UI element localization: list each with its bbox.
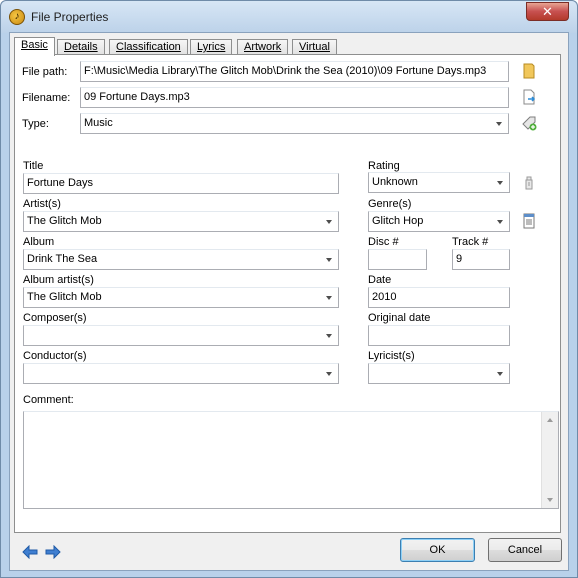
file-properties-window: ♪ File Properties ✕ Basic Details Classi… [0, 0, 578, 578]
track-label: Track # [452, 236, 489, 248]
artist-combobox[interactable]: The Glitch Mob [23, 211, 339, 232]
album-combobox[interactable]: Drink The Sea [23, 249, 339, 270]
album-artist-label: Album artist(s) [23, 274, 94, 286]
basic-tab-page: File path: F:\Music\Media Library\The Gl… [14, 54, 561, 533]
conductor-combobox[interactable] [23, 363, 339, 384]
date-label: Date [368, 274, 392, 286]
tab-artwork[interactable]: Artwork [237, 39, 289, 55]
comment-textarea[interactable] [23, 411, 559, 509]
original-date-field[interactable] [368, 325, 510, 346]
track-field[interactable]: 9 [452, 249, 510, 270]
disc-label: Disc # [368, 236, 399, 248]
title-label: Title [23, 160, 44, 172]
next-arrow-icon[interactable] [45, 545, 61, 559]
lyricist-label: Lyricist(s) [368, 350, 415, 362]
app-logo-icon: ♪ [9, 9, 25, 25]
file-path-field[interactable]: F:\Music\Media Library\The Glitch Mob\Dr… [80, 61, 509, 82]
window-title: File Properties [31, 10, 109, 24]
album-artist-combobox[interactable]: The Glitch Mob [23, 287, 339, 308]
edit-type-icon[interactable] [521, 115, 537, 131]
rating-tool-icon[interactable] [521, 175, 537, 191]
genre-combobox[interactable]: Glitch Hop [368, 211, 510, 232]
filename-field[interactable]: 09 Fortune Days.mp3 [80, 87, 509, 108]
original-date-label: Original date [368, 312, 431, 324]
type-combobox[interactable]: Music [80, 113, 509, 134]
tab-lyrics[interactable]: Lyrics [190, 39, 233, 55]
scroll-down-icon[interactable] [547, 498, 553, 502]
tab-classification[interactable]: Classification [109, 39, 188, 55]
lyricist-combobox[interactable] [368, 363, 510, 384]
rename-file-icon[interactable] [521, 89, 537, 105]
tab-virtual-cd[interactable]: Virtual CD [292, 39, 337, 68]
title-bar[interactable]: ♪ File Properties ✕ [1, 1, 577, 33]
previous-arrow-icon[interactable] [22, 545, 38, 559]
composer-label: Composer(s) [23, 312, 87, 324]
close-button[interactable]: ✕ [526, 2, 569, 21]
type-label: Type: [22, 118, 49, 130]
comment-scrollbar[interactable] [541, 412, 558, 508]
genre-label: Genre(s) [368, 198, 412, 210]
tab-basic[interactable]: Basic [14, 37, 55, 56]
title-field[interactable]: Fortune Days [23, 173, 339, 194]
composer-combobox[interactable] [23, 325, 339, 346]
conductor-label: Conductor(s) [23, 350, 87, 362]
cancel-button[interactable]: Cancel [488, 538, 562, 562]
file-path-label: File path: [22, 66, 68, 78]
ok-button[interactable]: OK [400, 538, 475, 562]
folder-icon[interactable] [521, 63, 537, 79]
album-label: Album [23, 236, 55, 248]
tab-details[interactable]: Details [57, 39, 105, 55]
date-field[interactable]: 2010 [368, 287, 510, 308]
comment-label: Comment: [23, 394, 74, 406]
filename-label: Filename: [22, 92, 71, 104]
artist-label: Artist(s) [23, 198, 61, 210]
scroll-up-icon[interactable] [547, 418, 553, 422]
rating-combobox[interactable]: Unknown [368, 172, 510, 193]
disc-field[interactable] [368, 249, 427, 270]
dialog-client: Basic Details Classification Lyrics Artw… [9, 32, 569, 571]
rating-label: Rating [368, 160, 400, 172]
genre-list-icon[interactable] [521, 213, 537, 229]
